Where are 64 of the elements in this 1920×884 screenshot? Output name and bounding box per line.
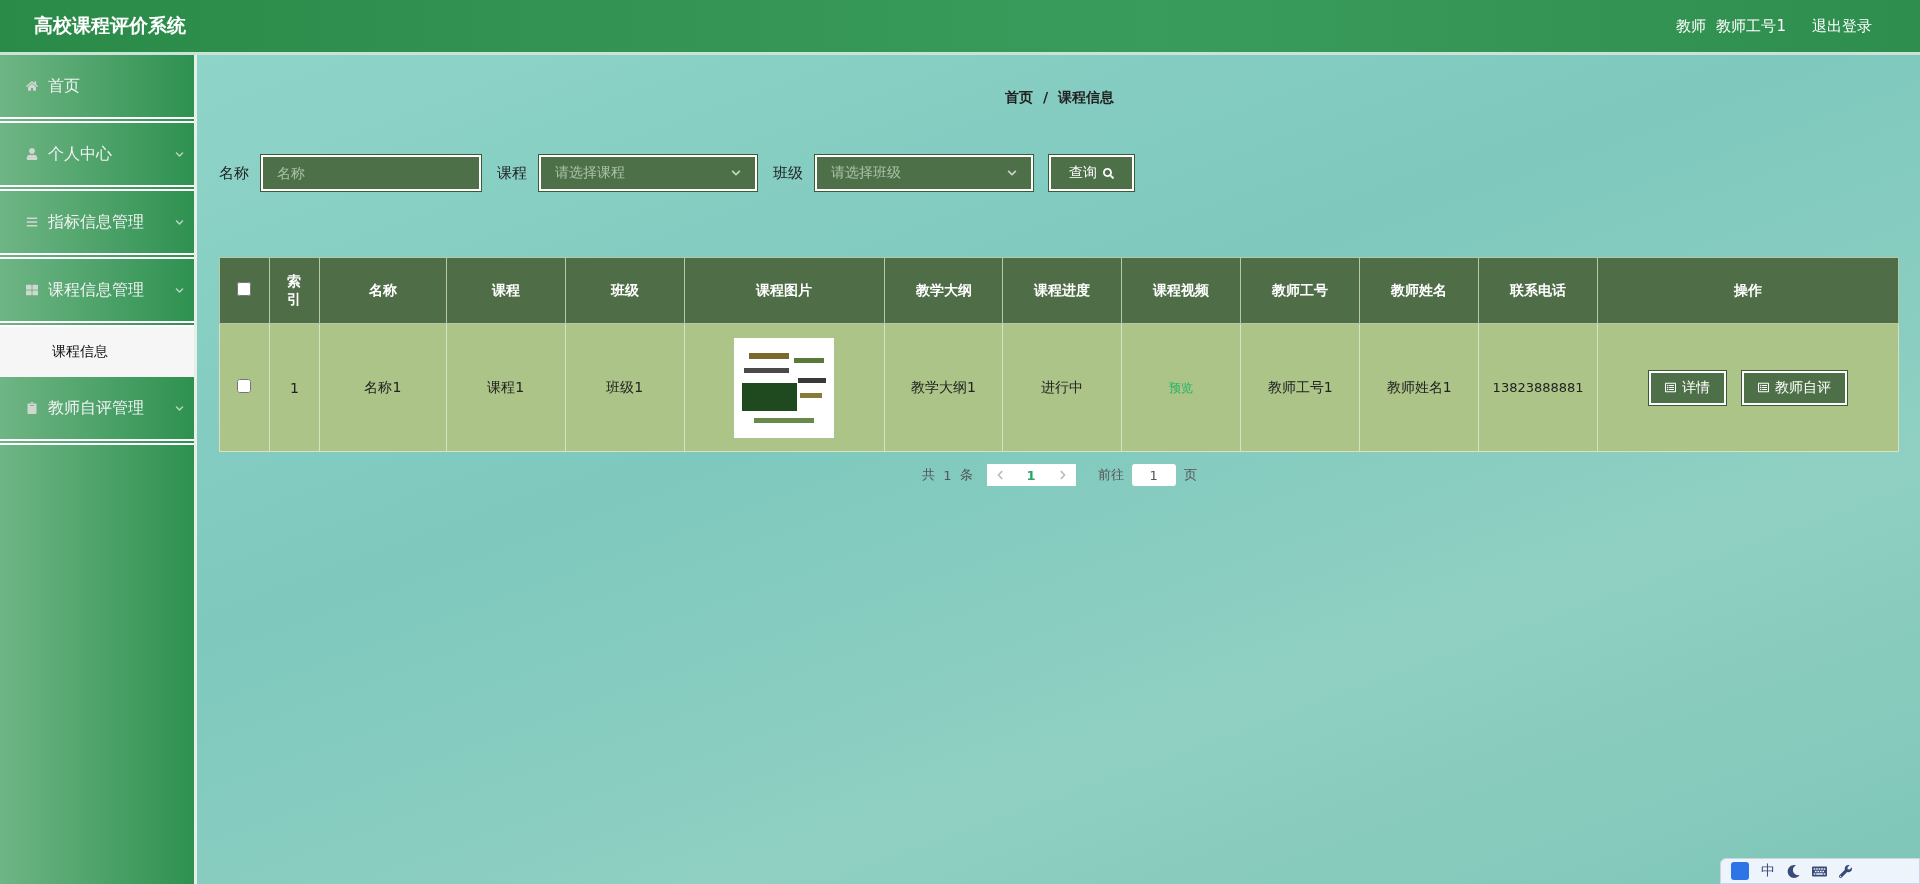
chevron-icon xyxy=(175,217,184,227)
chevron-icon xyxy=(731,168,741,178)
input-mode[interactable]: 中 xyxy=(1761,862,1775,880)
action-button[interactable]: 教师自评 xyxy=(1742,370,1848,405)
select-field[interactable]: 请选择班级 xyxy=(815,155,1033,191)
settings-icon[interactable] xyxy=(1839,864,1852,878)
column-header: 班级 xyxy=(565,257,685,324)
column-header: 联系电话 xyxy=(1478,257,1598,324)
breadcrumb-item: / xyxy=(1042,89,1049,107)
action-button[interactable]: 详情 xyxy=(1649,370,1727,405)
search-button[interactable]: 查询 xyxy=(1049,155,1134,191)
column-header: 教师姓名 xyxy=(1359,257,1479,324)
page-number[interactable]: 1 xyxy=(1026,467,1036,483)
breadcrumb-item[interactable]: 首页 xyxy=(1004,89,1033,107)
user-icon xyxy=(26,148,38,160)
table-cell: 教师工号1 xyxy=(1240,323,1360,452)
clipboard-icon xyxy=(26,402,38,414)
document-icon xyxy=(1665,382,1677,393)
total-label: 共 xyxy=(922,466,936,484)
column-header: 操作 xyxy=(1597,257,1899,324)
column-header: 索引 xyxy=(269,257,320,324)
app-title: 高校课程评价系统 xyxy=(34,13,186,38)
search-icon xyxy=(1103,167,1114,179)
column-header: 课程视频 xyxy=(1121,257,1241,324)
sidebar-subitem[interactable]: 课程信息 xyxy=(0,327,194,377)
table-cell: 名称1 xyxy=(319,323,447,452)
select-all-checkbox[interactable] xyxy=(237,282,252,296)
chevron-icon xyxy=(175,403,184,413)
logout-link[interactable]: 退出登录 xyxy=(1812,16,1872,36)
column-header: 课程图片 xyxy=(684,257,885,324)
field-label: 班级 xyxy=(773,163,803,183)
table-cell: 教学大纲1 xyxy=(884,323,1003,452)
total-label: 条 xyxy=(959,466,973,484)
goto-label: 前往 xyxy=(1097,466,1124,484)
chevron-icon xyxy=(175,285,184,295)
row-checkbox[interactable] xyxy=(237,379,252,393)
home-icon xyxy=(26,80,38,92)
column-header: 名称 xyxy=(319,257,447,324)
moon-icon[interactable] xyxy=(1787,864,1800,878)
select-field[interactable]: 请选择课程 xyxy=(539,155,757,191)
name-input[interactable]: 名称 xyxy=(261,155,481,191)
field-label: 名称 xyxy=(219,163,249,183)
column-header: 教学大纲 xyxy=(884,257,1003,324)
column-header: 课程进度 xyxy=(1003,257,1122,324)
total-count: 1 xyxy=(943,467,952,483)
document-icon xyxy=(1758,382,1770,393)
page-input[interactable]: 1 xyxy=(1131,464,1176,486)
grid-icon xyxy=(26,284,38,296)
table-cell: 班级1 xyxy=(565,323,685,452)
table-cell: 进行中 xyxy=(1003,323,1122,452)
table-cell: 1 xyxy=(269,323,320,452)
column-header: 教师工号 xyxy=(1240,257,1360,324)
field-label: 课程 xyxy=(497,163,527,183)
user-role: 教师 xyxy=(1676,16,1707,36)
breadcrumb-item: 课程信息 xyxy=(1058,89,1115,107)
chevron-icon xyxy=(1007,168,1017,178)
column-header: 课程 xyxy=(446,257,566,324)
user-name: 教师工号1 xyxy=(1716,16,1786,36)
list-icon xyxy=(26,216,38,228)
table-cell: 课程1 xyxy=(446,323,566,452)
table-cell: 13823888881 xyxy=(1478,323,1598,452)
table-cell: 教师姓名1 xyxy=(1359,323,1479,452)
page-label: 页 xyxy=(1183,466,1197,484)
chevron-icon xyxy=(175,149,184,159)
